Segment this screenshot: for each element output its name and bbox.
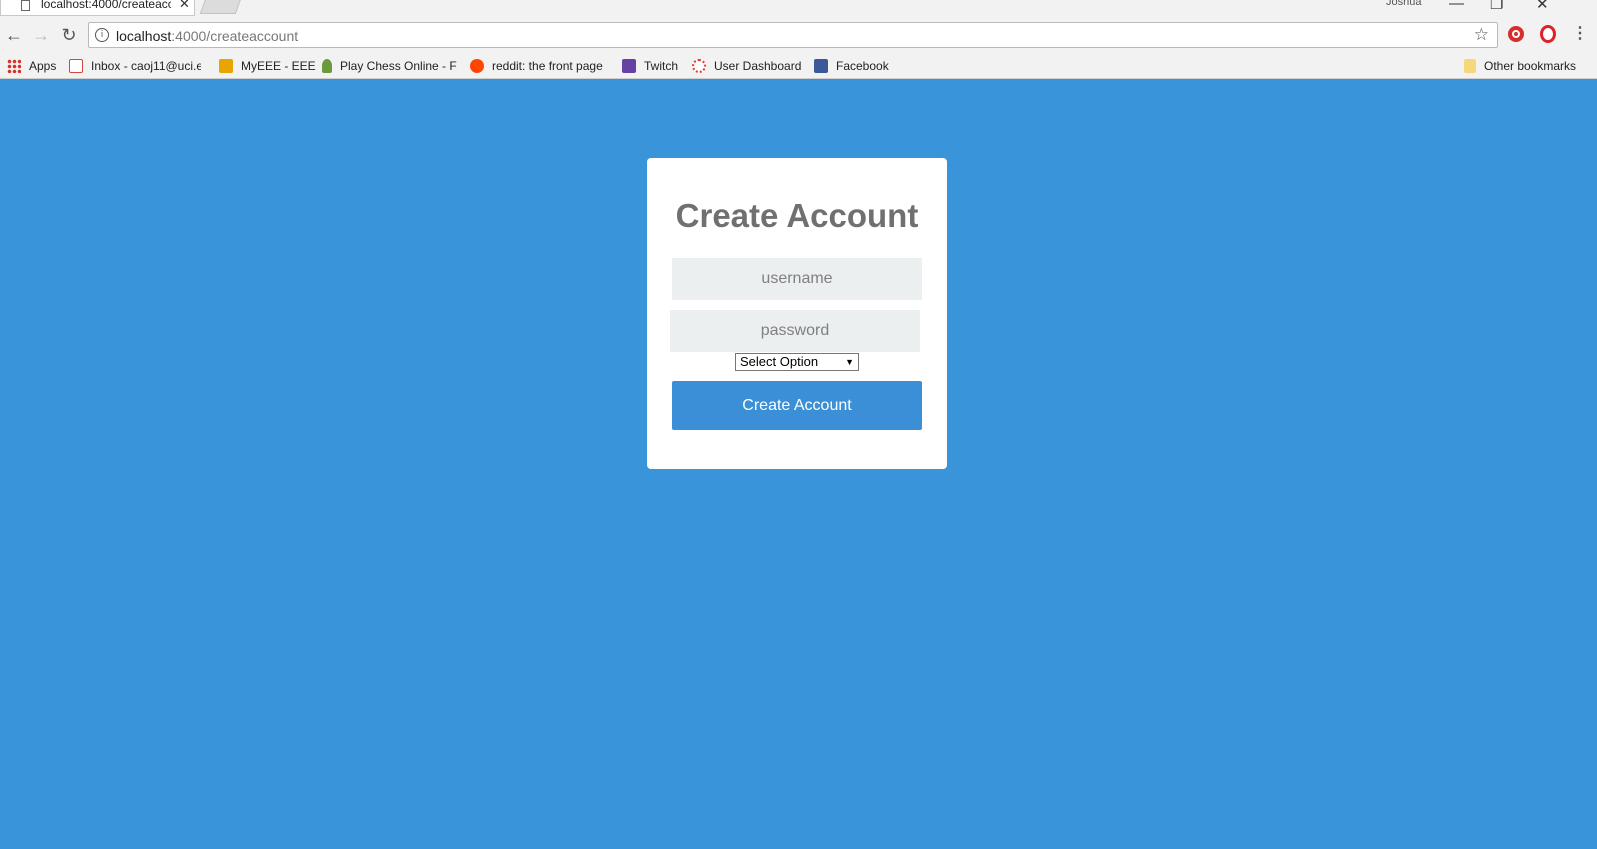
bookmark-reddit[interactable]: reddit: the front page: [470, 57, 610, 75]
bookmark-label: Twitch: [644, 59, 679, 73]
url-text[interactable]: localhost:4000/createaccount: [116, 28, 298, 44]
address-bar[interactable]: i localhost:4000/createaccount ☆: [88, 22, 1498, 48]
tab-close-icon[interactable]: ✕: [179, 0, 190, 12]
dropdown-arrow-icon: ▼: [845, 357, 854, 367]
create-account-card: Create Account Select Option ▼ Create Ac…: [647, 158, 947, 469]
bookmark-chess[interactable]: Play Chess Online - F: [322, 57, 458, 75]
tab-title: localhost:4000/createacc: [41, 0, 171, 11]
bookmarks-bar: Apps Inbox - caoj11@uci.e MyEEE - EEE Pl…: [0, 53, 1597, 79]
url-path: :4000/createaccount: [171, 28, 299, 44]
window-close-icon[interactable]: ✕: [1536, 0, 1549, 13]
bookmark-label: MyEEE - EEE: [241, 59, 316, 73]
role-select[interactable]: Select Option ▼: [735, 353, 859, 371]
bookmark-user-dashboard[interactable]: User Dashboard: [692, 57, 801, 75]
restore-icon[interactable]: ❐: [1490, 0, 1503, 13]
bookmark-apps[interactable]: Apps: [7, 57, 56, 75]
apps-grid-icon: [7, 59, 21, 73]
new-tab-button[interactable]: [199, 0, 243, 14]
bookmark-other[interactable]: Other bookmarks: [1464, 57, 1576, 75]
bookmark-label: User Dashboard: [714, 59, 802, 73]
bookmark-label: Apps: [29, 59, 57, 73]
bookmark-inbox[interactable]: Inbox - caoj11@uci.e: [69, 57, 201, 75]
forward-icon[interactable]: →: [29, 23, 53, 47]
bookmark-label: Facebook: [836, 59, 889, 73]
bookmark-label: reddit: the front page: [492, 59, 603, 73]
select-value: Select Option: [740, 354, 819, 369]
bookmark-label: Other bookmarks: [1484, 59, 1577, 73]
tab-active[interactable]: localhost:4000/createacc ✕: [0, 0, 195, 16]
browser-chrome: localhost:4000/createacc ✕ Joshua — ❐ ✕ …: [0, 0, 1597, 79]
myeee-icon: [219, 59, 233, 73]
create-account-button[interactable]: Create Account: [672, 381, 922, 430]
toolbar: ← → ↻ i localhost:4000/createaccount ☆ ⋮: [0, 17, 1597, 53]
url-host: localhost: [116, 28, 172, 44]
minimize-icon[interactable]: —: [1449, 0, 1464, 12]
extension-record-icon[interactable]: [1508, 26, 1524, 42]
menu-icon[interactable]: ⋮: [1572, 23, 1588, 43]
bookmark-twitch[interactable]: Twitch: [622, 57, 678, 75]
info-icon[interactable]: i: [95, 28, 109, 42]
facebook-icon: [814, 59, 828, 73]
reload-icon[interactable]: ↻: [57, 23, 81, 47]
profile-name[interactable]: Joshua: [1386, 0, 1421, 8]
back-icon[interactable]: ←: [2, 23, 26, 47]
page-icon: [21, 0, 30, 11]
password-input[interactable]: [670, 310, 920, 352]
bookmark-label: Inbox - caoj11@uci.e: [91, 59, 201, 73]
tab-strip: localhost:4000/createacc ✕ Joshua — ❐ ✕: [0, 0, 1597, 17]
username-input[interactable]: [672, 258, 922, 300]
bookmark-facebook[interactable]: Facebook: [814, 57, 889, 75]
page-title: Create Account: [675, 197, 919, 234]
chess-pawn-icon: [322, 59, 332, 73]
twitch-icon: [622, 59, 636, 73]
reddit-icon: [470, 59, 484, 73]
dashboard-icon: [692, 59, 706, 73]
gmail-icon: [69, 59, 83, 73]
bookmark-label: Play Chess Online - F: [340, 59, 457, 73]
bookmark-star-icon[interactable]: ☆: [1474, 25, 1489, 45]
bookmark-myeee[interactable]: MyEEE - EEE: [219, 57, 316, 75]
opera-icon[interactable]: [1540, 25, 1556, 43]
folder-icon: [1464, 59, 1476, 73]
